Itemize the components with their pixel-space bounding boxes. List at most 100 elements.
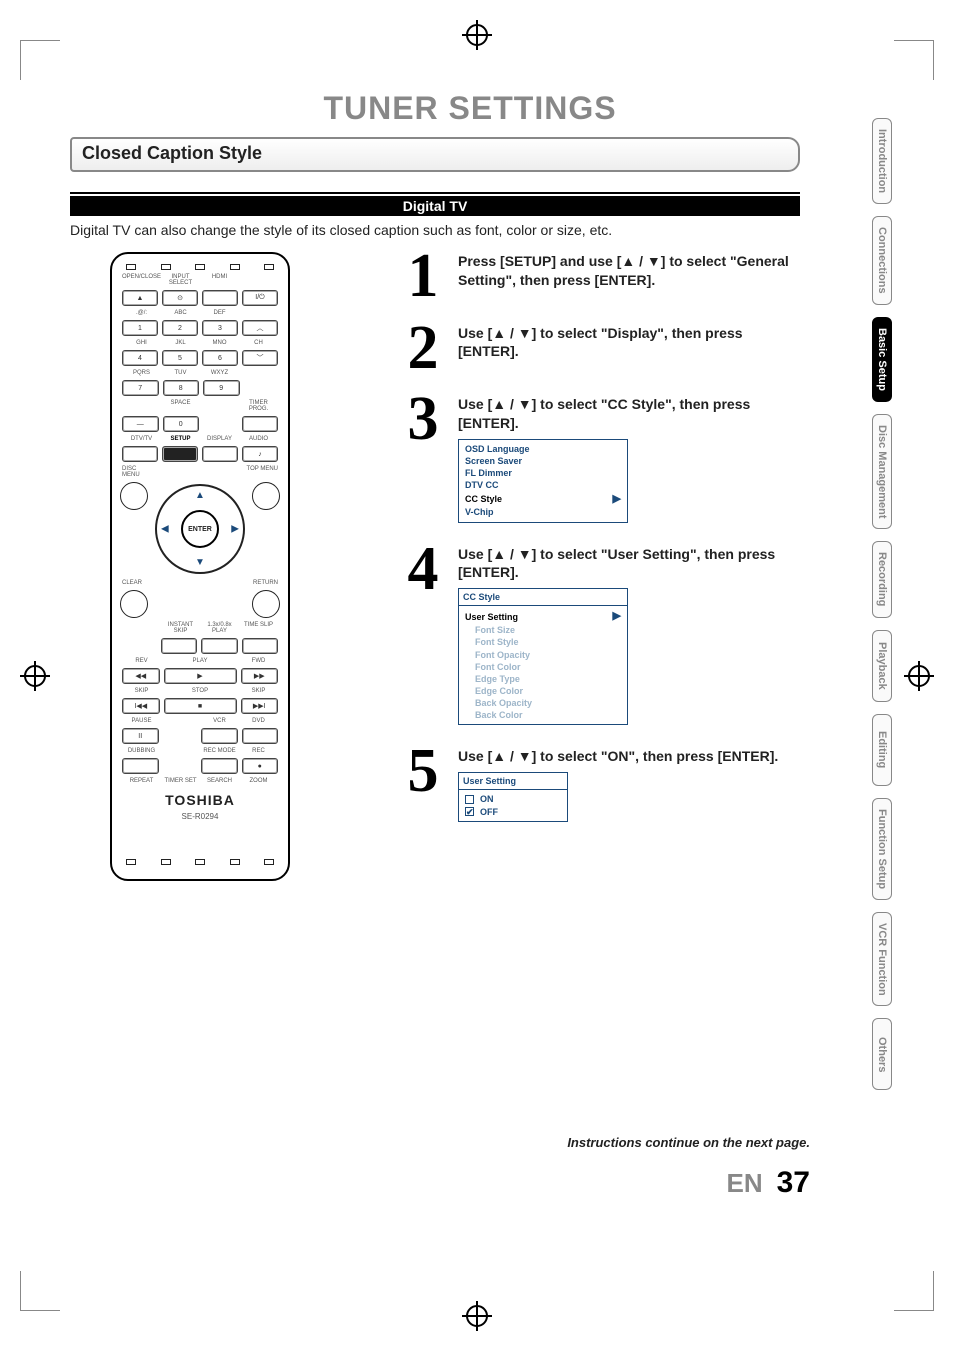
key-caption: PLAY <box>161 658 239 664</box>
key-caption: DTV/TV <box>122 436 161 442</box>
remote-model: SE-R0294 <box>120 812 280 821</box>
tab-introduction[interactable]: Introduction <box>872 118 892 204</box>
key-caption: CH <box>239 340 278 346</box>
top-menu-button[interactable] <box>252 482 280 510</box>
tab-vcr-function[interactable]: VCR Function <box>872 912 892 1007</box>
arrow-left-icon: ◀ <box>161 524 169 535</box>
tab-editing[interactable]: Editing <box>872 714 892 786</box>
key-caption: DEF <box>200 310 239 316</box>
step-number: 5 <box>400 747 446 797</box>
step-number: 4 <box>400 545 446 595</box>
stop-button[interactable]: ■ <box>164 698 237 714</box>
key-caption: TOP MENU <box>245 466 278 478</box>
key-caption: 1.3x/0.8x PLAY <box>200 622 239 634</box>
tab-function-setup[interactable]: Function Setup <box>872 798 892 900</box>
power-button[interactable]: I/⏻ <box>242 290 278 306</box>
key-caption: AUDIO <box>239 436 278 442</box>
digit-0-button[interactable]: 0 <box>163 416 200 432</box>
tab-playback[interactable]: Playback <box>872 630 892 702</box>
osd-menu-on-off: User Setting ON OFF <box>458 772 568 821</box>
rec-mode-button[interactable] <box>201 758 238 774</box>
pause-button[interactable]: II <box>122 728 159 744</box>
digit-2-button[interactable]: 2 <box>162 320 198 336</box>
key-caption: ZOOM <box>239 778 278 784</box>
speed-play-button[interactable] <box>201 638 238 654</box>
open-close-button[interactable]: ▲ <box>122 290 158 306</box>
osd-subitem: Font Color <box>465 661 621 673</box>
dtv-tv-button[interactable] <box>122 446 158 462</box>
digit-4-button[interactable]: 4 <box>122 350 158 366</box>
skip-back-button[interactable]: I◀◀ <box>122 698 160 714</box>
instant-skip-button[interactable] <box>161 638 198 654</box>
osd-menu-user-setting: CC Style User Setting▶ Font Size Font St… <box>458 588 628 725</box>
digit-5-button[interactable]: 5 <box>162 350 198 366</box>
nav-pad[interactable]: ▲ ▼ ◀ ▶ ENTER <box>155 484 245 574</box>
digit-1-button[interactable]: 1 <box>122 320 158 336</box>
osd-item: Screen Saver <box>465 455 621 467</box>
enter-button[interactable]: ENTER <box>181 510 219 548</box>
digit-3-button[interactable]: 3 <box>202 320 238 336</box>
step-number: 2 <box>400 324 446 374</box>
step-2: 2 Use [▲ / ▼] to select "Display", then … <box>400 324 800 374</box>
registration-mark <box>908 665 930 687</box>
checkbox-checked-icon <box>465 807 474 816</box>
rev-button[interactable]: ◀◀ <box>122 668 160 684</box>
key-caption: RETURN <box>245 580 278 586</box>
key-caption: PQRS <box>122 370 161 376</box>
display-button[interactable] <box>202 446 238 462</box>
return-button[interactable] <box>252 590 280 618</box>
skip-fwd-button[interactable]: ▶▶I <box>241 698 279 714</box>
setup-button[interactable] <box>162 446 198 462</box>
step-number: 3 <box>400 395 446 445</box>
tab-basic-setup[interactable]: Basic Setup <box>872 317 892 402</box>
digit-9-button[interactable]: 9 <box>203 380 240 396</box>
digit-7-button[interactable]: 7 <box>122 380 159 396</box>
key-caption: DVD <box>239 718 278 724</box>
clear-button[interactable] <box>120 590 148 618</box>
key-caption: STOP <box>161 688 239 694</box>
channel-down-button[interactable]: ﹀ <box>242 350 278 366</box>
dubbing-button[interactable] <box>122 758 159 774</box>
crop-mark <box>894 40 934 80</box>
key-caption: TIME SLIP <box>239 622 278 634</box>
tab-connections[interactable]: Connections <box>872 216 892 305</box>
hdmi-button[interactable] <box>202 290 238 306</box>
osd-subitem: Font Size <box>465 624 621 636</box>
digit-6-button[interactable]: 6 <box>202 350 238 366</box>
rec-button[interactable]: ● <box>242 758 279 774</box>
channel-up-button[interactable]: ︿ <box>242 320 278 336</box>
tab-recording[interactable]: Recording <box>872 541 892 617</box>
digit-8-button[interactable]: 8 <box>163 380 200 396</box>
osd-title: CC Style <box>459 589 627 606</box>
vcr-button[interactable] <box>201 728 238 744</box>
play-button[interactable]: ▶ <box>164 668 237 684</box>
timer-prog-button[interactable] <box>242 416 279 432</box>
step-text: Use [▲ / ▼] to select "ON", then press [… <box>458 747 800 766</box>
key-caption: DUBBING <box>122 748 161 754</box>
osd-subitem: Font Style <box>465 636 621 648</box>
step-number: 1 <box>400 252 446 302</box>
key-caption: TUV <box>161 370 200 376</box>
dash-button[interactable]: — <box>122 416 159 432</box>
tab-others[interactable]: Others <box>872 1018 892 1090</box>
key-caption: REV <box>122 658 161 664</box>
crop-mark <box>20 40 60 80</box>
tab-disc-management[interactable]: Disc Management <box>872 414 892 530</box>
arrow-down-icon: ▼ <box>195 557 205 568</box>
key-caption: INPUT SELECT <box>161 274 200 286</box>
arrow-up-icon: ▲ <box>195 490 205 501</box>
time-slip-button[interactable] <box>242 638 279 654</box>
step-text: Press [SETUP] and use [▲ / ▼] to select … <box>458 252 800 290</box>
osd-menu-cc-style: OSD Language Screen Saver FL Dimmer DTV … <box>458 439 628 523</box>
key-caption <box>239 274 278 286</box>
disc-menu-button[interactable] <box>120 482 148 510</box>
fwd-button[interactable]: ▶▶ <box>241 668 279 684</box>
audio-button[interactable]: ♪ <box>242 446 278 462</box>
key-caption: ABC <box>161 310 200 316</box>
dvd-button[interactable] <box>242 728 279 744</box>
key-caption: INSTANT SKIP <box>161 622 200 634</box>
crop-mark <box>894 1271 934 1311</box>
crop-mark <box>20 1271 60 1311</box>
page-language: EN <box>727 1168 763 1199</box>
input-select-button[interactable]: ⊙ <box>162 290 198 306</box>
